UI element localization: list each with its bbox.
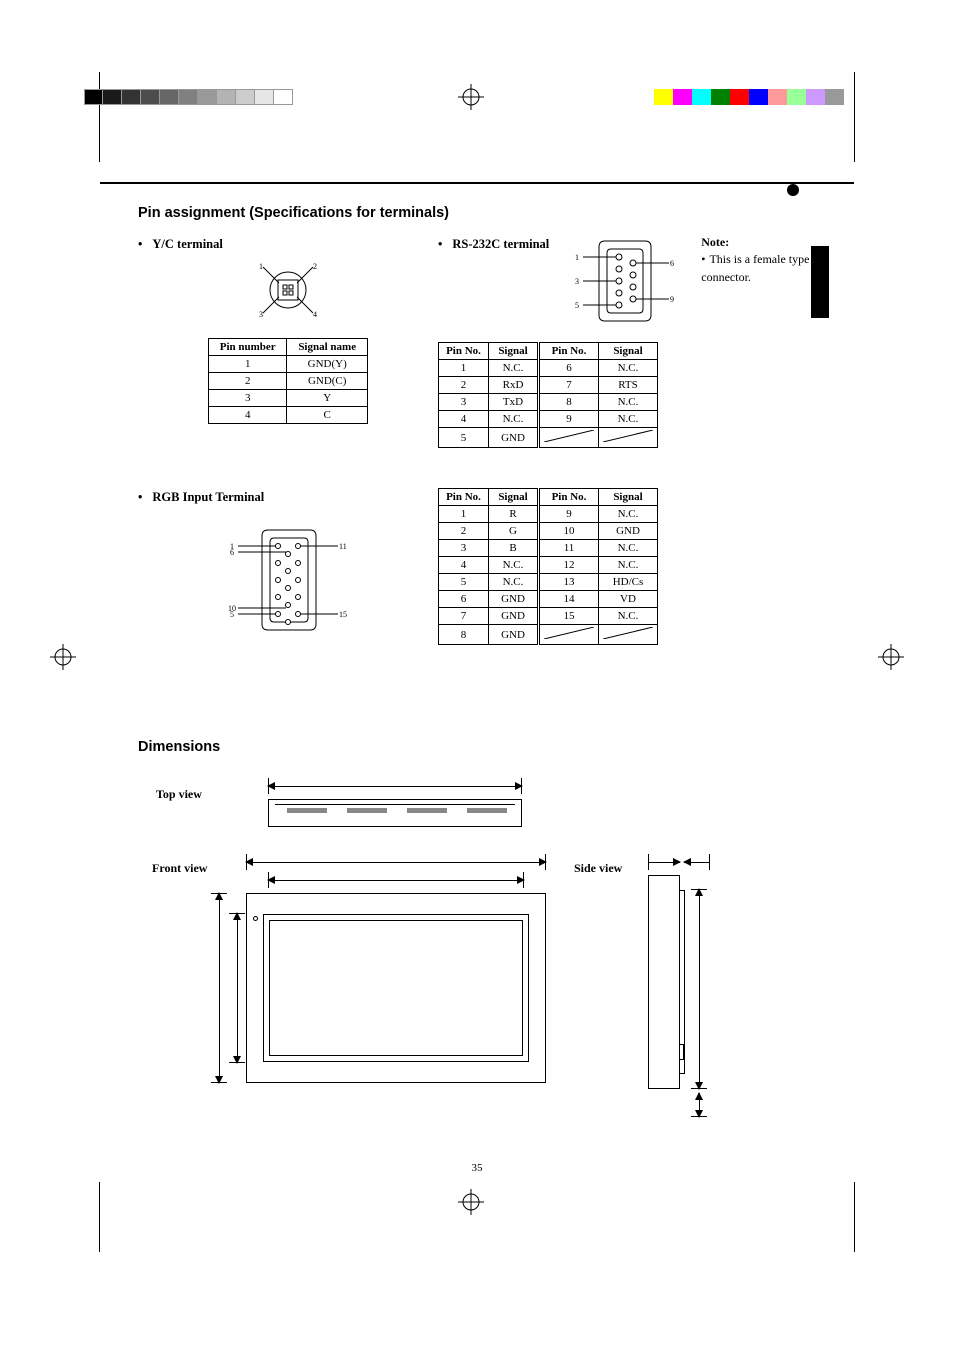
section-heading-pin-assignment: Pin assignment (Specifications for termi… [138,205,854,221]
svg-text:5: 5 [575,301,579,310]
registration-mark-icon [50,644,76,675]
rs232-pin-table: Pin No.Signal Pin No.Signal 1N.C.6N.C.2R… [438,342,658,448]
svg-text:15: 15 [339,610,347,619]
crop-mark [72,72,100,162]
note-label: Note: [701,235,831,250]
front-view-diagram [246,893,546,1083]
side-view-label: Side view [574,861,622,876]
yc-terminal-label: • Y/C terminal [138,235,438,253]
section-heading-dimensions: Dimensions [138,739,854,755]
crop-mark [854,1182,882,1252]
dimension-arrow-icon [214,893,226,1083]
crop-mark [72,1182,100,1252]
dimension-arrow-icon [246,857,546,869]
yc-connector-diagram: 1 2 3 4 [253,261,323,324]
svg-text:9: 9 [670,295,674,304]
yc-pin-table: Pin numberSignal name 1GND(Y)2GND(C)3Y4C [208,338,368,424]
rgb-terminal-label: • RGB Input Terminal [138,488,438,506]
dimension-arrow-icon [268,875,524,887]
dimension-arrow-icon [684,857,710,869]
rs232-terminal-label: • RS-232C terminal [438,235,549,332]
svg-text:2: 2 [313,262,317,271]
front-view-label: Front view [152,861,207,876]
top-view-label: Top view [156,787,202,802]
process-color-bar [654,89,844,105]
registration-mark-icon [458,84,484,115]
svg-text:6: 6 [670,259,674,268]
svg-text:4: 4 [313,310,317,319]
registration-mark-icon [458,1189,484,1220]
svg-text:10: 10 [228,604,236,613]
dimension-arrow-icon [268,781,522,793]
dimension-arrow-icon [232,913,244,1063]
svg-text:1: 1 [575,253,579,262]
rgb-pin-table: Pin No.Signal Pin No.Signal 1R9N.C.2G10G… [438,488,658,645]
dimension-arrow-icon [694,889,706,1089]
top-view-diagram [268,799,522,827]
svg-text:3: 3 [259,310,263,319]
dimension-arrow-icon [648,857,680,869]
dimension-arrow-icon [694,1093,706,1117]
note-body: • This is a female type connector. [701,250,831,286]
svg-text:3: 3 [575,277,579,286]
page-number: 35 [0,1162,954,1174]
side-view-diagram [648,875,680,1089]
registration-mark-icon [878,644,904,675]
crop-mark [854,72,882,162]
svg-text:6: 6 [230,548,234,557]
rgb-connector-diagram: 1 5 6 10 11 15 [228,516,348,649]
svg-text:11: 11 [339,542,347,551]
rs232-connector-diagram: 1 3 5 6 9 [575,235,675,332]
svg-text:1: 1 [259,262,263,271]
grayscale-color-bar [84,89,293,105]
